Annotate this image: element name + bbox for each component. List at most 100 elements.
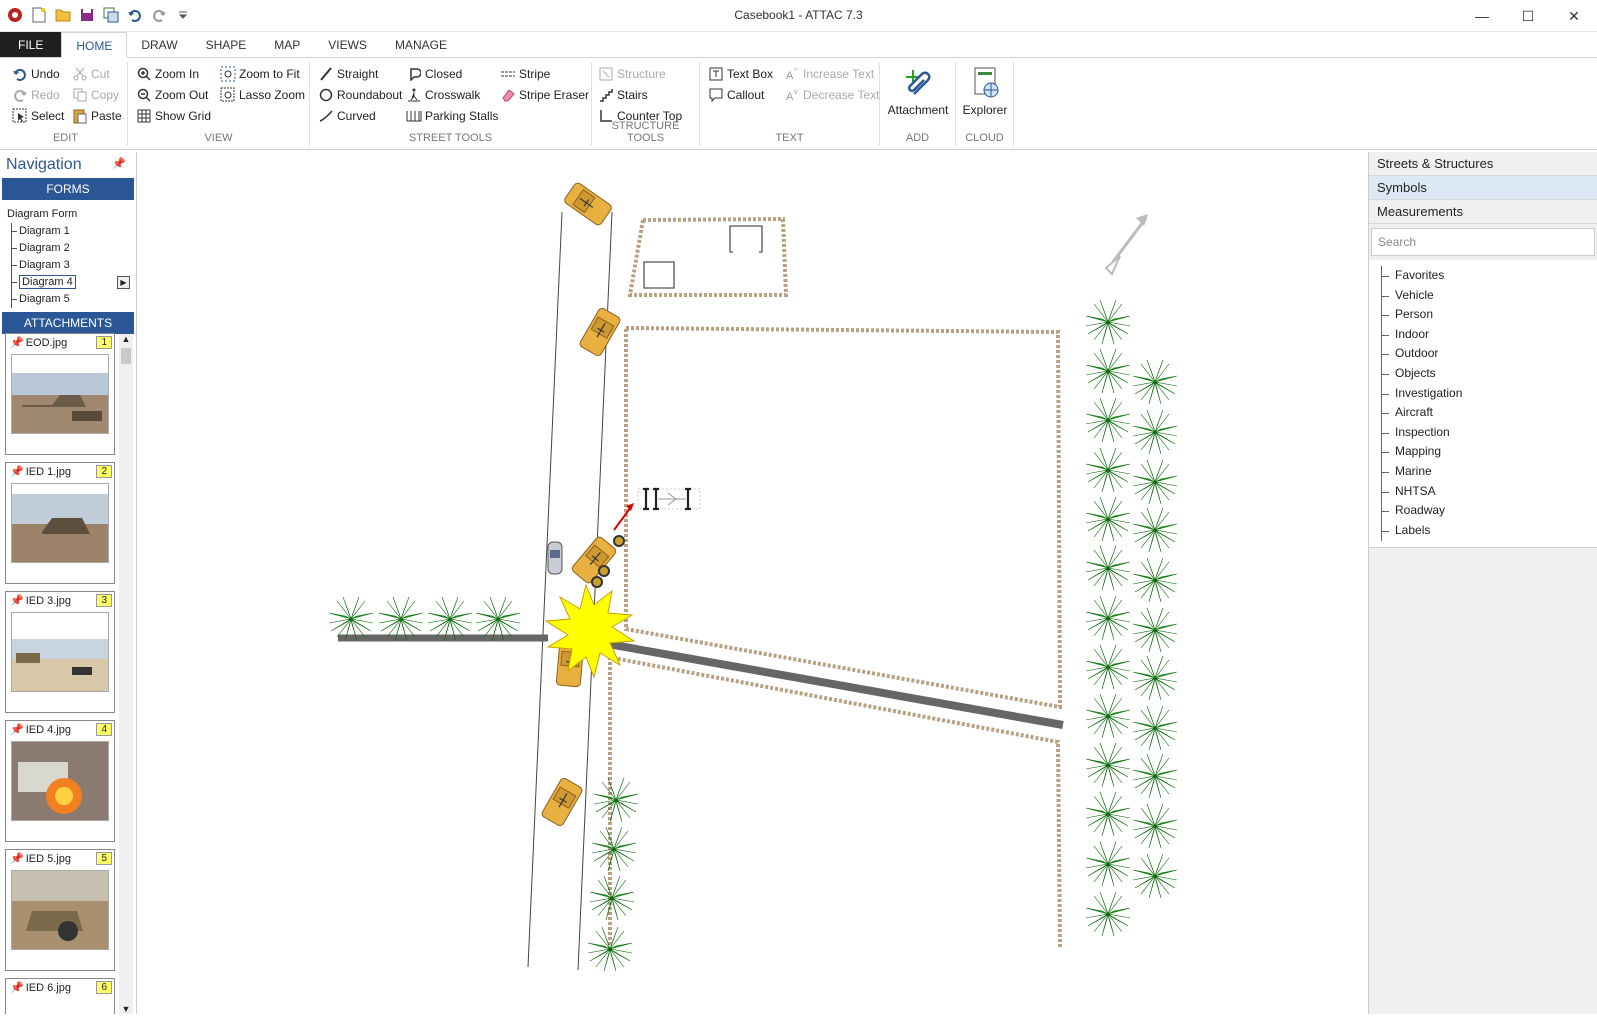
street-tools-group-label: STREET TOOLS [408, 132, 493, 144]
show-grid-button[interactable]: Show Grid [136, 108, 211, 124]
attachment-thumbnail [11, 741, 109, 821]
lasso-zoom-button[interactable]: Lasso Zoom [220, 87, 305, 103]
edit-group-label: EDIT [52, 132, 79, 144]
svg-text:v: v [794, 89, 798, 96]
tree-item-diagram-1[interactable]: Diagram 1 [7, 223, 136, 240]
diagonal-road [607, 640, 1064, 729]
straight-line-icon [318, 66, 334, 82]
tree-root-diagram-form[interactable]: Diagram Form [7, 206, 136, 223]
callout-icon [708, 87, 724, 103]
close-button[interactable]: ✕ [1551, 0, 1597, 32]
category-favorites[interactable]: Favorites [1369, 266, 1597, 286]
cut-button[interactable]: Cut [72, 66, 110, 82]
road-edge-line [527, 211, 563, 968]
attachment-card[interactable]: 📌 EOD.jpg 1 [5, 333, 115, 455]
category-marine[interactable]: Marine [1369, 461, 1597, 482]
symbols-section[interactable]: Symbols [1369, 176, 1597, 200]
category-outdoor[interactable]: Outdoor [1369, 344, 1597, 364]
humvee-2 [578, 306, 622, 358]
text-group-label: TEXT [775, 132, 804, 144]
large-compound-wall [624, 325, 1063, 710]
scroll-up-icon[interactable]: ▲ [119, 334, 133, 344]
tab-file[interactable]: FILE [0, 32, 62, 57]
streets-structures-section[interactable]: Streets & Structures [1369, 152, 1597, 176]
tab-shape[interactable]: SHAPE [192, 32, 261, 57]
text-box-button[interactable]: Text Box [708, 66, 773, 82]
trailer-axle [637, 487, 701, 511]
parking-stalls-button[interactable]: Parking Stalls [406, 108, 498, 124]
category-investigation[interactable]: Investigation [1369, 383, 1597, 404]
attachments-scrollbar[interactable]: ▲ ▼ [119, 334, 133, 1014]
minimize-button[interactable]: — [1459, 0, 1505, 32]
structure-button[interactable]: Structure [598, 66, 666, 82]
maximize-button[interactable]: ☐ [1505, 0, 1551, 32]
increase-text-button[interactable]: A ^ Increase Text [784, 66, 874, 82]
category-inspection[interactable]: Inspection [1369, 422, 1597, 443]
category-mapping[interactable]: Mapping [1369, 442, 1597, 462]
symbol-category-list: Favorites Vehicle Person Indoor Outdoor … [1369, 260, 1597, 548]
straight-button[interactable]: Straight [318, 66, 378, 82]
undo-button[interactable]: Undo [12, 66, 60, 82]
play-arrow-icon[interactable]: ▶ [117, 276, 130, 289]
forms-header[interactable]: FORMS [2, 178, 134, 200]
explorer-button[interactable]: Explorer [958, 64, 1012, 117]
callout-button[interactable]: Callout [708, 87, 764, 103]
tree-item-diagram-4[interactable]: Diagram 4 ▶ [7, 274, 136, 291]
tab-home[interactable]: HOME [61, 32, 128, 58]
category-vehicle[interactable]: Vehicle [1369, 285, 1597, 306]
tree-item-diagram-3[interactable]: Diagram 3 [7, 257, 136, 274]
attachment-number: 1 [96, 336, 112, 349]
zoom-to-fit-button[interactable]: Zoom to Fit [220, 66, 300, 82]
select-button[interactable]: Select [12, 108, 64, 124]
redo-button[interactable]: Redo [12, 87, 60, 103]
curved-button[interactable]: Curved [318, 108, 376, 124]
crosswalk-button[interactable]: Crosswalk [406, 87, 480, 103]
category-objects[interactable]: Objects [1369, 363, 1597, 384]
structure-tools-group: Structure Stairs Counter Top STRUCTURE T… [592, 62, 700, 146]
category-roadway[interactable]: Roadway [1369, 501, 1597, 521]
pin-icon[interactable]: 📌 [112, 157, 126, 170]
attachment-thumbnail [11, 483, 109, 563]
attachment-number: 4 [96, 723, 112, 736]
attachment-card[interactable]: 📌 IED 1.jpg 2 [5, 462, 115, 584]
decrease-text-button[interactable]: Av Decrease Text [784, 87, 879, 103]
closed-button[interactable]: Closed [406, 66, 462, 82]
category-labels[interactable]: Labels [1369, 520, 1597, 541]
structure-icon [598, 66, 614, 82]
copy-button[interactable]: Copy [72, 87, 119, 103]
zoom-in-button[interactable]: Zoom In [136, 66, 199, 82]
paste-button[interactable]: Paste [72, 108, 122, 124]
text-box-icon [708, 66, 724, 82]
tab-map[interactable]: MAP [260, 32, 314, 57]
attachment-card[interactable]: 📌 IED 5.jpg 5 [5, 849, 115, 971]
attachments-header[interactable]: ATTACHMENTS [2, 312, 134, 334]
stripe-eraser-button[interactable]: Stripe Eraser [500, 87, 589, 103]
attachment-button[interactable]: Attachment [886, 64, 950, 117]
tab-views[interactable]: VIEWS [314, 32, 381, 57]
measurements-section[interactable]: Measurements [1369, 200, 1597, 224]
structure-box [729, 225, 763, 253]
roundabout-button[interactable]: Roundabout [318, 87, 402, 103]
attachment-card[interactable]: 📌 IED 4.jpg 4 [5, 720, 115, 842]
copy-icon [72, 87, 88, 103]
category-person[interactable]: Person [1369, 305, 1597, 325]
tree-item-diagram-2[interactable]: Diagram 2 [7, 240, 136, 257]
scissors-icon [72, 66, 88, 82]
scroll-down-icon[interactable]: ▼ [119, 1004, 133, 1014]
diagram-canvas[interactable] [138, 152, 1368, 1014]
tab-draw[interactable]: DRAW [127, 32, 191, 57]
stairs-button[interactable]: Stairs [598, 87, 648, 103]
category-nhtsa[interactable]: NHTSA [1369, 481, 1597, 502]
pin-icon: 📌 [10, 982, 24, 994]
zoom-out-button[interactable]: Zoom Out [136, 87, 208, 103]
stripe-button[interactable]: Stripe [500, 66, 550, 82]
tree-item-diagram-5[interactable]: Diagram 5 [7, 291, 136, 308]
category-indoor[interactable]: Indoor [1369, 324, 1597, 345]
attachment-card[interactable]: 📌 IED 3.jpg 3 [5, 591, 115, 713]
symbol-search-input[interactable]: Search [1371, 228, 1595, 256]
category-aircraft[interactable]: Aircraft [1369, 403, 1597, 423]
attachment-card[interactable]: 📌 IED 6.jpg 6 [5, 978, 115, 1014]
attachment-number: 2 [96, 465, 112, 478]
scrollbar-thumb[interactable] [121, 348, 131, 364]
tab-manage[interactable]: MANAGE [381, 32, 461, 57]
